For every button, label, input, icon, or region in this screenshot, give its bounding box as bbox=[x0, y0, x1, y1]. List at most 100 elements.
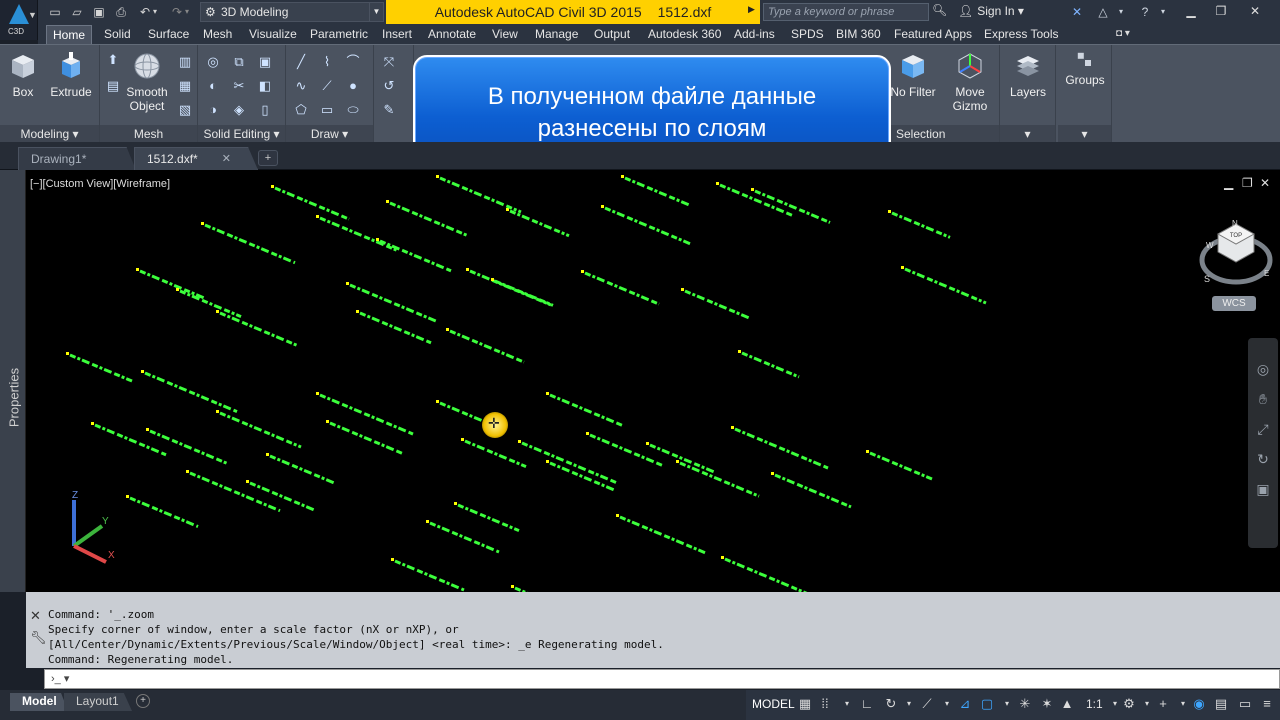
tab-home[interactable]: Home bbox=[46, 25, 93, 44]
chevron-down-icon[interactable]: ▾ bbox=[1112, 3, 1130, 21]
object-snap-tracking-icon[interactable]: ⊿ bbox=[956, 695, 974, 713]
chevron-down-icon[interactable]: ▾ bbox=[998, 695, 1016, 713]
snap-icon[interactable]: ⁞⁞ bbox=[816, 695, 834, 713]
tab-express-tools[interactable]: Express Tools bbox=[978, 25, 1064, 44]
tab-add-ins[interactable]: Add-ins bbox=[728, 25, 781, 44]
ellipse-icon[interactable]: ⬭ bbox=[344, 101, 362, 119]
viewport-controls-label[interactable]: [−][Custom View][Wireframe] bbox=[30, 178, 170, 190]
file-tab-1512[interactable]: 1512.dxf* ✕ bbox=[134, 147, 258, 170]
spline-icon[interactable]: ∿ bbox=[292, 77, 310, 95]
customization-menu-icon[interactable]: ≡ bbox=[1258, 695, 1276, 713]
command-prompt-icon[interactable]: ›_ ▾ bbox=[51, 672, 69, 685]
tab-bim-360[interactable]: BIM 360 bbox=[830, 25, 887, 44]
arc-icon[interactable]: ⌒ bbox=[344, 53, 362, 71]
tab-parametric[interactable]: Parametric bbox=[304, 25, 374, 44]
mesh-refine-icon[interactable]: ▦ bbox=[176, 77, 194, 95]
model-space-button[interactable]: MODEL bbox=[748, 694, 799, 714]
box-button[interactable]: Box bbox=[6, 51, 40, 99]
line-icon[interactable]: ╱ bbox=[292, 53, 310, 71]
chevron-down-icon[interactable]: ▾ bbox=[1154, 3, 1172, 21]
union-icon[interactable]: ◎ bbox=[204, 53, 222, 71]
extrude-button[interactable]: Extrude bbox=[50, 51, 92, 99]
tab-mesh[interactable]: Mesh bbox=[197, 25, 238, 44]
orbit-icon[interactable]: ↻ bbox=[1252, 448, 1274, 470]
panel-title-solid-editing[interactable]: Solid Editing ▾ bbox=[198, 125, 285, 143]
add-scales-icon[interactable]: + bbox=[1154, 695, 1172, 713]
application-menu-button[interactable]: ▼ C3D bbox=[0, 0, 38, 40]
ray-icon[interactable]: ⟋ bbox=[318, 77, 336, 95]
panel-title-draw[interactable]: Draw ▾ bbox=[286, 125, 373, 143]
close-window-button[interactable]: ✕ bbox=[1240, 0, 1270, 22]
help-icon[interactable]: ? bbox=[1136, 3, 1154, 21]
close-icon[interactable]: ✕ bbox=[30, 608, 41, 624]
extract-edges-icon[interactable]: ⧉ bbox=[230, 53, 248, 71]
groups-panel-expand[interactable]: ▾ bbox=[1058, 125, 1111, 143]
move-gizmo-button[interactable]: Move Gizmo bbox=[944, 51, 996, 113]
ribbon-options-icon[interactable]: ◘ ▾ bbox=[1116, 28, 1130, 39]
subtract-icon[interactable]: ◐ bbox=[204, 77, 222, 95]
layers-panel-expand[interactable]: ▾ bbox=[1000, 125, 1055, 143]
drawing-viewport[interactable]: [−][Custom View][Wireframe] ▁ ❐ ✕ TOP W … bbox=[26, 170, 1280, 592]
fillet-edge-icon[interactable]: ◈ bbox=[230, 101, 248, 119]
shell-icon[interactable]: ▯ bbox=[256, 101, 274, 119]
annotation-scale-icon[interactable]: ▲ bbox=[1058, 695, 1076, 713]
object-snap-icon[interactable]: ▢ bbox=[978, 695, 996, 713]
grid-icon[interactable]: ▦ bbox=[796, 695, 814, 713]
annotation-visibility-icon[interactable]: ✳ bbox=[1016, 695, 1034, 713]
tab-autodesk-360[interactable]: Autodesk 360 bbox=[642, 25, 727, 44]
command-input[interactable]: ›_ ▾ bbox=[44, 669, 1280, 689]
add-layout-button[interactable]: + bbox=[136, 694, 150, 708]
annotation-scale-label[interactable]: 1:1 bbox=[1086, 697, 1103, 711]
save-icon[interactable]: ▣ bbox=[90, 3, 108, 21]
minimize-window-button[interactable]: ▁ bbox=[1176, 0, 1206, 22]
zoom-extents-icon[interactable]: ⤢ bbox=[1252, 418, 1274, 440]
tab-surface[interactable]: Surface bbox=[142, 25, 195, 44]
auto-scale-icon[interactable]: ✶ bbox=[1038, 695, 1056, 713]
maximize-window-button[interactable]: ❐ bbox=[1206, 0, 1236, 22]
file-tab-drawing1[interactable]: Drawing1* bbox=[18, 147, 136, 170]
no-filter-button[interactable]: No Filter bbox=[888, 51, 938, 99]
tab-annotate[interactable]: Annotate bbox=[422, 25, 482, 44]
properties-palette-bar[interactable]: Properties bbox=[0, 170, 26, 592]
workspace-selector[interactable]: ⚙ 3D Modeling ▼ bbox=[200, 2, 384, 22]
tab-output[interactable]: Output bbox=[588, 25, 636, 44]
new-tab-button[interactable]: + bbox=[258, 150, 278, 166]
panel-title-mesh[interactable]: Mesh bbox=[100, 125, 197, 143]
viewcube[interactable]: TOP W N E S bbox=[1198, 218, 1274, 294]
intersect-icon[interactable]: ◑ bbox=[204, 101, 222, 119]
layers-button[interactable]: Layers bbox=[1006, 51, 1050, 99]
pan-hand-icon[interactable]: ✋︎ bbox=[1252, 388, 1274, 410]
tab-featured-apps[interactable]: Featured Apps bbox=[888, 25, 978, 44]
smooth-object-button[interactable]: Smooth Object bbox=[126, 51, 168, 113]
extrude-faces-icon[interactable]: ▣ bbox=[256, 53, 274, 71]
polar-tracking-icon[interactable]: ↻ bbox=[882, 695, 900, 713]
wcs-menu[interactable]: WCS bbox=[1212, 296, 1256, 311]
workspace-switching-gear-icon[interactable]: ⚙ bbox=[1120, 695, 1138, 713]
polyline-icon[interactable]: ⌇ bbox=[318, 53, 336, 71]
rotate-icon[interactable]: ↺ bbox=[380, 77, 398, 95]
chevron-down-icon[interactable]: ▾ bbox=[900, 695, 918, 713]
wrench-icon[interactable]: 🔧︎ bbox=[30, 630, 47, 646]
tab-view[interactable]: View bbox=[486, 25, 524, 44]
tab-manage[interactable]: Manage bbox=[529, 25, 584, 44]
move-icon[interactable]: ⤧ bbox=[380, 53, 398, 71]
plot-icon[interactable]: ⎙ bbox=[112, 3, 130, 21]
clean-screen-icon[interactable]: ▭ bbox=[1236, 695, 1254, 713]
tab-spds[interactable]: SPDS bbox=[785, 25, 830, 44]
mesh-crease-icon[interactable]: ▧ bbox=[176, 101, 194, 119]
undo-dropdown-icon[interactable]: ▾ bbox=[150, 3, 160, 21]
viewport-restore-button[interactable]: ❐ bbox=[1242, 176, 1253, 190]
tab-insert[interactable]: Insert bbox=[376, 25, 418, 44]
exchange-apps-icon[interactable]: ✕ bbox=[1068, 3, 1086, 21]
panel-title-selection[interactable]: Selection bbox=[886, 125, 999, 143]
open-file-icon[interactable]: ▱ bbox=[68, 3, 86, 21]
separate-icon[interactable]: ◧ bbox=[256, 77, 274, 95]
layout-tab-layout1[interactable]: Layout1 bbox=[64, 693, 132, 711]
infer-constraints-icon[interactable]: ∟ bbox=[858, 695, 876, 713]
polygon-icon[interactable]: ⬠ bbox=[292, 101, 310, 119]
chevron-down-icon[interactable]: ▾ bbox=[938, 695, 956, 713]
tab-visualize[interactable]: Visualize bbox=[243, 25, 303, 44]
panel-title-modeling[interactable]: Modeling ▾ bbox=[0, 125, 99, 143]
viewport-close-button[interactable]: ✕ bbox=[1260, 176, 1270, 190]
isolate-objects-icon[interactable]: ◉ bbox=[1190, 695, 1208, 713]
